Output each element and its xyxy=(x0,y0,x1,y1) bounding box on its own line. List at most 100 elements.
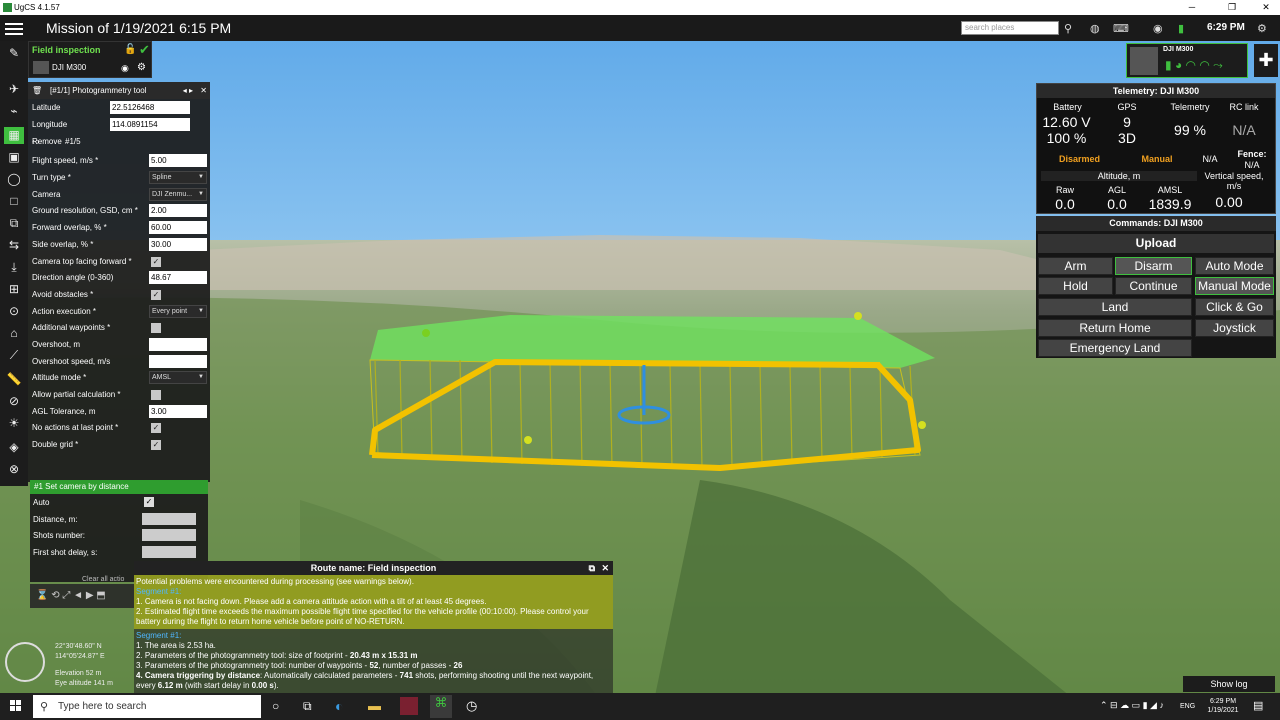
menu-icon[interactable] xyxy=(5,20,23,36)
settings-icon[interactable]: ⚙ xyxy=(1257,22,1267,35)
param-input[interactable]: 2.00 xyxy=(149,204,207,218)
vertical-speed-label: Vertical speed, xyxy=(1204,171,1264,181)
waypoint-tool-icon[interactable]: ⌁ xyxy=(4,103,24,120)
check-icon[interactable]: ✔ xyxy=(139,42,150,58)
auto-mode-button[interactable]: Auto Mode xyxy=(1195,257,1274,275)
route-editor-icon[interactable]: ✎ xyxy=(4,45,24,62)
cortana-icon[interactable]: ○ xyxy=(272,699,279,713)
longitude-input[interactable]: 114.0891154 xyxy=(110,117,190,131)
emergency-land-button[interactable]: Emergency Land xyxy=(1038,339,1192,357)
param-label: Direction angle (0-360) xyxy=(32,273,114,283)
corridor-tool-icon[interactable]: ⇆ xyxy=(4,237,24,254)
ruler-icon[interactable]: 📏 xyxy=(4,371,24,388)
search-icon[interactable]: ⚲ xyxy=(1064,22,1072,35)
edge-icon[interactable]: ◐ xyxy=(335,698,343,714)
task-view-icon[interactable]: ⧉ xyxy=(303,699,312,714)
param-input[interactable] xyxy=(149,354,207,368)
upload-button[interactable]: Upload xyxy=(1038,234,1274,253)
takeoff-tool-icon[interactable]: ✈ xyxy=(4,81,24,98)
latitude-input[interactable]: 22.5126468 xyxy=(110,101,190,114)
globe-icon[interactable]: ◍ xyxy=(1090,22,1100,35)
orbit-tool-icon[interactable]: ⊙ xyxy=(4,303,24,320)
close-icon[interactable]: ✕ xyxy=(601,561,609,575)
param-checkbox[interactable]: ✓ xyxy=(151,423,161,434)
shots-input[interactable] xyxy=(142,529,196,541)
app-icon[interactable] xyxy=(400,697,418,715)
taskbar-clock[interactable]: 6:29 PM 1/19/2021 xyxy=(1200,697,1246,715)
close-icon[interactable]: ✕ xyxy=(200,82,207,99)
adsb-icon[interactable]: ◉ xyxy=(1153,22,1163,35)
param-select[interactable]: Every point xyxy=(149,304,207,318)
tray-icons[interactable]: ⌃ ⊟ ☁ ▭ ▮ ◢ ♪ xyxy=(1100,700,1164,711)
param-checkbox[interactable]: ✓ xyxy=(151,440,161,451)
drone-settings-icon[interactable]: ✚ xyxy=(1254,44,1278,77)
first-shot-input[interactable] xyxy=(142,545,196,558)
param-input[interactable]: 3.00 xyxy=(149,404,207,418)
param-input[interactable]: 5.00 xyxy=(149,154,207,168)
path-tool-icon[interactable]: ⟋ xyxy=(4,347,24,364)
no-fly-zone-icon[interactable]: ⊘ xyxy=(4,393,24,410)
close-button[interactable]: ✕ xyxy=(1254,0,1278,15)
window-title: UgCS 4.1.57 xyxy=(14,3,60,12)
sun-icon[interactable]: ☀ xyxy=(4,415,24,432)
param-select[interactable]: Spline xyxy=(149,171,207,185)
continue-button[interactable]: Continue xyxy=(1115,277,1192,295)
landing-tool-icon[interactable]: ⤓ xyxy=(4,259,24,276)
clear-actions-button[interactable]: Clear all actio xyxy=(82,576,124,583)
show-log-button[interactable]: Show log xyxy=(1183,676,1275,692)
joystick-button[interactable]: Joystick xyxy=(1195,319,1274,337)
file-explorer-icon[interactable]: ▬ xyxy=(368,698,381,713)
param-checkbox[interactable] xyxy=(151,323,161,334)
prev-next-icon[interactable]: ◂ ▸ xyxy=(183,82,193,99)
param-input[interactable] xyxy=(149,337,207,351)
click-go-button[interactable]: Click & Go xyxy=(1195,298,1274,316)
param-input[interactable]: 60.00 xyxy=(149,221,207,235)
clock-app-icon[interactable]: ◷ xyxy=(466,698,477,714)
windows-start-icon[interactable] xyxy=(10,700,22,712)
keyboard-icon[interactable]: ⌨ xyxy=(1113,22,1129,35)
cancel-icon[interactable]: ⊗ xyxy=(4,461,24,478)
gear-icon[interactable]: ⚙ xyxy=(137,62,146,73)
notifications-icon[interactable]: ▤ xyxy=(1253,699,1263,712)
minimize-button[interactable]: ─ xyxy=(1180,0,1204,15)
arm-button[interactable]: Arm xyxy=(1038,257,1113,275)
mission-panel[interactable]: Field inspection 🔓 ✔ DJI M300 ◉ ⚙ xyxy=(28,41,152,78)
circle-tool-icon[interactable]: ◯ xyxy=(4,171,24,188)
remove-button[interactable]: Remove xyxy=(32,137,62,146)
camera-action-header[interactable]: #1 Set camera by distance xyxy=(30,480,208,494)
eye-icon[interactable]: ◉ xyxy=(121,63,129,74)
manual-mode-button[interactable]: Manual Mode xyxy=(1195,277,1274,295)
copy-icon[interactable]: ⧉ xyxy=(589,561,595,575)
param-input[interactable]: 48.67 xyxy=(149,271,207,285)
param-select[interactable]: AMSL xyxy=(149,371,207,385)
auto-checkbox[interactable]: ✓ xyxy=(144,497,154,507)
area-scan-icon[interactable]: ▣ xyxy=(4,149,24,166)
distance-input[interactable] xyxy=(142,512,196,525)
param-row: AGL Tolerance, m 3.00 xyxy=(28,403,210,420)
action-toolbar[interactable]: ⌛ ⟲ ⤢ ◄ ▶ ⬒ xyxy=(30,584,134,608)
object-tool-icon[interactable]: ⌂ xyxy=(4,325,24,342)
restore-button[interactable]: ❐ xyxy=(1220,0,1244,15)
photogrammetry-tool-icon[interactable]: ▦ xyxy=(4,127,24,144)
pointcloud-tool-icon[interactable]: ⊞ xyxy=(4,281,24,298)
disarm-button[interactable]: Disarm xyxy=(1115,257,1192,275)
taskbar-search[interactable]: Type here to search xyxy=(33,695,261,718)
param-checkbox[interactable] xyxy=(151,390,161,400)
layers-icon[interactable]: ◈ xyxy=(4,439,24,456)
language-indicator[interactable]: ENG xyxy=(1180,702,1195,711)
vehicle-card[interactable]: DJI M300 ▮ ◕ ◠ ◠ ⤳ xyxy=(1126,43,1248,78)
perimeter-tool-icon[interactable]: □ xyxy=(4,193,24,210)
ugcs-taskbar-icon[interactable]: ⌘ xyxy=(430,695,452,718)
compass-icon[interactable] xyxy=(5,642,45,682)
lock-icon[interactable]: 🔓 xyxy=(124,44,136,55)
return-home-button[interactable]: Return Home xyxy=(1038,319,1192,337)
param-select[interactable]: DJI Zenmu... xyxy=(149,187,207,201)
hold-button[interactable]: Hold xyxy=(1038,277,1113,295)
land-button[interactable]: Land xyxy=(1038,298,1192,316)
param-checkbox[interactable]: ✓ xyxy=(151,256,161,267)
trash-icon[interactable]: 🗑 xyxy=(32,82,42,99)
search-places-input[interactable]: search places xyxy=(961,21,1059,35)
param-checkbox[interactable]: ✓ xyxy=(151,289,161,300)
param-input[interactable]: 30.00 xyxy=(149,237,207,251)
facade-scan-icon[interactable]: ⧉ xyxy=(4,215,24,232)
